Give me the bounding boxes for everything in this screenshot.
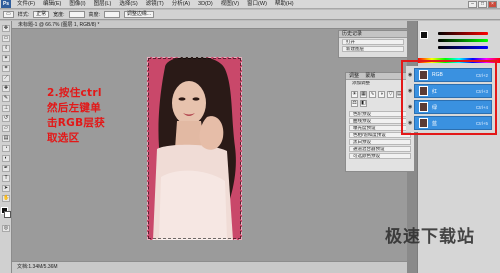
- quick-mask-icon[interactable]: ◎: [2, 225, 10, 232]
- style-label: 样式:: [17, 12, 30, 18]
- menu-layer[interactable]: 图层(L): [90, 0, 116, 9]
- gradient-icon[interactable]: ▤: [2, 135, 10, 142]
- black-white-icon[interactable]: ◧: [360, 100, 367, 107]
- healing-brush-icon[interactable]: ✚: [2, 85, 10, 92]
- style-select[interactable]: 正常: [33, 11, 50, 18]
- clone-stamp-icon[interactable]: ⊥: [2, 105, 10, 112]
- refine-edge-button[interactable]: 调整边缘...: [123, 11, 155, 18]
- menu-help[interactable]: 帮助(H): [271, 0, 298, 9]
- color-balance-icon[interactable]: ⚖: [351, 100, 358, 107]
- vibrance-icon[interactable]: ▽: [387, 91, 394, 98]
- status-bar: 文档:1.34M/5.36M: [12, 261, 407, 273]
- type-icon[interactable]: T: [2, 175, 10, 182]
- adjustment-preset[interactable]: 黑白预设: [349, 139, 411, 145]
- instruction-line: 然后左键单: [47, 102, 101, 114]
- tools-panel: ✥ ▭ ℓ ✶ ⌗ ⟋ ✚ ✎ ⊥ ↺ ▱ ▤ ◔ ◐ ✒ T ➤ ✋ ◎: [0, 21, 12, 273]
- photoshop-logo-icon: Ps: [1, 0, 11, 8]
- blue-slider[interactable]: [438, 46, 488, 49]
- magic-wand-icon[interactable]: ✶: [2, 55, 10, 62]
- menu-image[interactable]: 图像(I): [65, 0, 89, 9]
- adjustments-tab-label[interactable]: 调整: [349, 73, 359, 79]
- height-input[interactable]: [103, 11, 120, 18]
- instruction-line: 取选区: [47, 132, 80, 144]
- history-item[interactable]: 新建图层: [342, 46, 404, 52]
- instruction-line: 击RGB层获: [47, 117, 106, 129]
- color-swatch-foreground[interactable]: [420, 31, 428, 39]
- crop-icon[interactable]: ⌗: [2, 65, 10, 72]
- instruction-line: 2.按住ctrl: [47, 87, 102, 99]
- adjustment-preset[interactable]: 通道混合器预设: [349, 146, 411, 152]
- path-select-icon[interactable]: ➤: [2, 185, 10, 192]
- document-tab[interactable]: 未标题-1 @ 66.7% (图层 1, RGB/8) *: [12, 21, 407, 29]
- menu-view[interactable]: 视图(V): [217, 0, 243, 9]
- history-item[interactable]: 打开: [342, 39, 404, 45]
- height-label: 高度:: [88, 12, 100, 18]
- menu-select[interactable]: 选择(S): [115, 0, 141, 9]
- curves-icon[interactable]: ∿: [369, 91, 376, 98]
- masks-tab-label[interactable]: 蒙版: [365, 73, 375, 79]
- history-brush-icon[interactable]: ↺: [2, 115, 10, 122]
- maximize-icon[interactable]: □: [478, 0, 487, 8]
- menu-window[interactable]: 窗口(W): [243, 0, 271, 9]
- marquee-icon[interactable]: ▭: [2, 35, 10, 42]
- width-label: 宽度:: [53, 12, 65, 18]
- history-tab[interactable]: 历史记录: [339, 31, 407, 38]
- pen-icon[interactable]: ✒: [2, 165, 10, 172]
- close-icon[interactable]: ×: [488, 0, 497, 8]
- watermark-text: 极速下载站: [385, 227, 475, 247]
- minimize-icon[interactable]: –: [468, 0, 477, 8]
- hand-icon[interactable]: ✋: [2, 195, 10, 202]
- red-slider[interactable]: [438, 32, 488, 35]
- background-color-swatch[interactable]: [4, 211, 11, 218]
- move-tool-icon[interactable]: ✥: [2, 25, 10, 32]
- levels-icon[interactable]: ▦: [360, 91, 367, 98]
- menu-3d[interactable]: 3D(D): [194, 0, 217, 9]
- color-panel: [418, 30, 500, 52]
- dodge-icon[interactable]: ◐: [2, 155, 10, 162]
- options-bar: ▭ 样式: 正常 宽度: 高度: 调整边缘...: [0, 10, 500, 20]
- brightness-icon[interactable]: ☀: [351, 91, 358, 98]
- blur-icon[interactable]: ◔: [2, 145, 10, 152]
- width-input[interactable]: [68, 11, 85, 18]
- marching-ants-selection: [147, 57, 242, 240]
- menu-file[interactable]: 文件(F): [13, 0, 39, 9]
- green-slider[interactable]: [438, 39, 488, 42]
- history-panel: 历史记录 打开 新建图层: [338, 30, 408, 58]
- lasso-icon[interactable]: ℓ: [2, 45, 10, 52]
- adjustment-preset[interactable]: 可选颜色预设: [349, 153, 411, 159]
- menu-analysis[interactable]: 分析(A): [168, 0, 194, 9]
- eyedropper-icon[interactable]: ⟋: [2, 75, 10, 82]
- exposure-icon[interactable]: ◑: [378, 91, 385, 98]
- menu-bar: Ps 文件(F) 编辑(E) 图像(I) 图层(L) 选择(S) 滤镜(T) 分…: [0, 0, 500, 9]
- menu-edit[interactable]: 编辑(E): [39, 0, 65, 9]
- eraser-icon[interactable]: ▱: [2, 125, 10, 132]
- instruction-text: 2.按住ctrl 然后左键单 击RGB层获 取选区: [47, 86, 147, 146]
- annotation-highlight-box: [401, 60, 497, 135]
- brush-icon[interactable]: ✎: [2, 95, 10, 102]
- window-controls: – □ ×: [468, 0, 497, 8]
- marquee-tool-icon[interactable]: ▭: [3, 11, 14, 18]
- menu-filter[interactable]: 滤镜(T): [142, 0, 168, 9]
